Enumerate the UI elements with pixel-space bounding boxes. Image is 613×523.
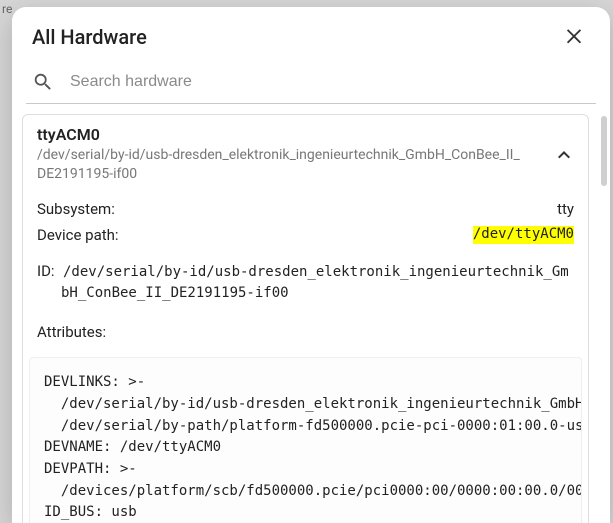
all-hardware-dialog: All Hardware ttyACM0 /dev/serial/by-id/u… — [12, 7, 610, 523]
search-input[interactable] — [68, 72, 592, 92]
attributes-label: Attributes: — [23, 305, 588, 347]
close-icon — [563, 24, 585, 50]
hardware-item-header[interactable]: ttyACM0 /dev/serial/by-id/usb-dresden_el… — [23, 115, 588, 196]
dialog-header: All Hardware — [12, 7, 610, 61]
device-path-label: Device path: — [37, 226, 119, 244]
device-path-row: Device path: /dev/ttyACM0 — [23, 222, 588, 248]
scrollbar-thumb[interactable] — [601, 116, 607, 186]
device-path-value: /dev/ttyACM0 — [473, 226, 574, 244]
hardware-item: ttyACM0 /dev/serial/by-id/usb-dresden_el… — [22, 114, 589, 523]
attributes-block: DEVLINKS: >- /dev/serial/by-id/usb-dresd… — [29, 357, 582, 523]
subsystem-row: Subsystem: tty — [23, 196, 588, 222]
device-name: ttyACM0 — [37, 125, 574, 144]
chevron-up-icon — [552, 143, 576, 167]
subsystem-value: tty — [557, 200, 574, 218]
device-subtitle: /dev/serial/by-id/usb-dresden_elektronik… — [37, 146, 574, 184]
subsystem-label: Subsystem: — [37, 200, 115, 218]
hardware-list[interactable]: ttyACM0 /dev/serial/by-id/usb-dresden_el… — [12, 104, 610, 523]
dialog-title: All Hardware — [32, 25, 147, 49]
dialog-backdrop: re All Hardware ttyACM0 /dev/serial/by-i… — [0, 0, 613, 523]
close-button[interactable] — [558, 21, 590, 53]
search-row — [26, 63, 596, 104]
id-value: /dev/serial/by-id/usb-dresden_elektronik… — [61, 264, 569, 302]
id-label: ID: — [37, 262, 55, 280]
id-row: ID: /dev/serial/by-id/usb-dresden_elektr… — [23, 248, 588, 305]
search-icon — [32, 71, 54, 93]
